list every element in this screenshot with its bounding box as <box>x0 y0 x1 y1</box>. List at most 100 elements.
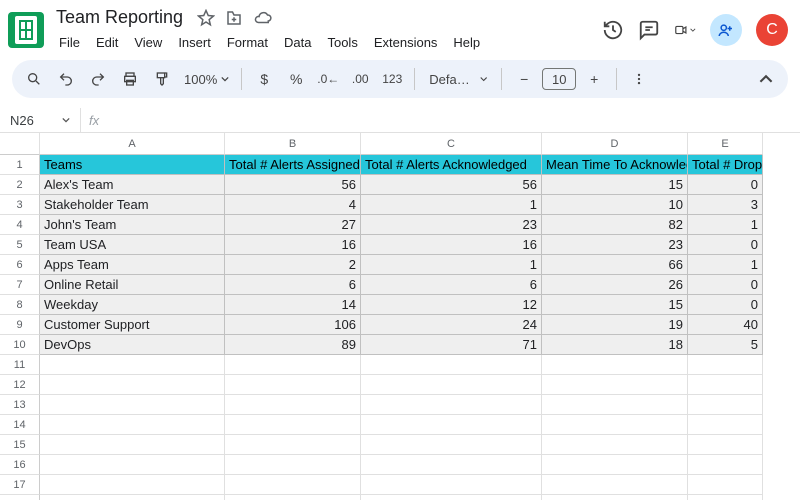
cell[interactable]: Customer Support <box>40 315 225 335</box>
spreadsheet-grid[interactable]: A B C D E 1TeamsTotal # Alerts AssignedT… <box>0 133 800 500</box>
cell[interactable]: 19 <box>542 315 688 335</box>
cell[interactable] <box>40 435 225 455</box>
cell[interactable]: 56 <box>361 175 542 195</box>
cell[interactable] <box>225 475 361 495</box>
more-formats-button[interactable]: 123 <box>378 65 406 93</box>
row-header[interactable]: 8 <box>0 295 40 315</box>
decrease-decimal-icon[interactable]: .0← <box>314 65 342 93</box>
cell[interactable] <box>40 455 225 475</box>
name-box[interactable]: N26 <box>0 113 80 128</box>
cell[interactable]: John's Team <box>40 215 225 235</box>
cell[interactable] <box>542 375 688 395</box>
cell[interactable] <box>542 455 688 475</box>
row-header[interactable]: 2 <box>0 175 40 195</box>
cell[interactable]: Team USA <box>40 235 225 255</box>
cell[interactable] <box>40 375 225 395</box>
document-title[interactable]: Team Reporting <box>52 6 187 29</box>
cell[interactable] <box>688 395 763 415</box>
redo-icon[interactable] <box>84 65 112 93</box>
col-header-D[interactable]: D <box>542 133 688 155</box>
star-icon[interactable] <box>197 9 215 27</box>
cell[interactable]: 1 <box>688 215 763 235</box>
cell[interactable] <box>361 495 542 500</box>
cell[interactable] <box>542 355 688 375</box>
menu-tools[interactable]: Tools <box>320 31 364 54</box>
format-percent-button[interactable]: % <box>282 65 310 93</box>
increase-decimal-icon[interactable]: .00 <box>346 65 374 93</box>
menu-file[interactable]: File <box>52 31 87 54</box>
cell[interactable] <box>688 495 763 500</box>
cell[interactable] <box>688 355 763 375</box>
cell[interactable]: 15 <box>542 175 688 195</box>
col-header-C[interactable]: C <box>361 133 542 155</box>
cell[interactable] <box>361 475 542 495</box>
row-header[interactable]: 11 <box>0 355 40 375</box>
menu-insert[interactable]: Insert <box>171 31 218 54</box>
cell[interactable]: 23 <box>361 215 542 235</box>
cell[interactable]: Teams <box>40 155 225 175</box>
format-currency-button[interactable]: $ <box>250 65 278 93</box>
cell[interactable] <box>542 495 688 500</box>
move-icon[interactable] <box>225 9 243 27</box>
col-header-E[interactable]: E <box>688 133 763 155</box>
cell[interactable]: Total # Alerts Acknowledged <box>361 155 542 175</box>
cell[interactable] <box>225 495 361 500</box>
cell[interactable]: 23 <box>542 235 688 255</box>
cell[interactable]: Alex's Team <box>40 175 225 195</box>
cell[interactable]: 0 <box>688 295 763 315</box>
cell[interactable]: 82 <box>542 215 688 235</box>
font-selector[interactable]: Defaul... <box>423 72 493 87</box>
cell[interactable]: 2 <box>225 255 361 275</box>
cell[interactable] <box>542 415 688 435</box>
col-header-B[interactable]: B <box>225 133 361 155</box>
history-icon[interactable] <box>602 19 624 41</box>
cell[interactable]: 4 <box>225 195 361 215</box>
cell[interactable]: Total # Drops <box>688 155 763 175</box>
meet-icon[interactable] <box>674 19 696 41</box>
cell[interactable]: 106 <box>225 315 361 335</box>
comments-icon[interactable] <box>638 19 660 41</box>
cell[interactable] <box>361 415 542 435</box>
cell[interactable] <box>542 395 688 415</box>
cell[interactable]: 27 <box>225 215 361 235</box>
zoom-selector[interactable]: 100% <box>180 72 233 87</box>
cell[interactable]: 5 <box>688 335 763 355</box>
row-header[interactable]: 5 <box>0 235 40 255</box>
share-button[interactable] <box>710 14 742 46</box>
paint-format-icon[interactable] <box>148 65 176 93</box>
cell[interactable]: 12 <box>361 295 542 315</box>
collapse-toolbar-icon[interactable] <box>752 65 780 93</box>
decrease-font-size-button[interactable]: − <box>510 65 538 93</box>
cell[interactable]: Total # Alerts Assigned <box>225 155 361 175</box>
row-header[interactable]: 18 <box>0 495 40 500</box>
cell[interactable]: 26 <box>542 275 688 295</box>
cell[interactable]: Mean Time To Acknowledge <box>542 155 688 175</box>
more-toolbar-icon[interactable] <box>625 65 653 93</box>
menu-data[interactable]: Data <box>277 31 318 54</box>
cell[interactable]: 0 <box>688 275 763 295</box>
cell[interactable]: 1 <box>361 195 542 215</box>
cell[interactable]: 3 <box>688 195 763 215</box>
menu-edit[interactable]: Edit <box>89 31 125 54</box>
cell[interactable]: 15 <box>542 295 688 315</box>
cell[interactable]: 1 <box>361 255 542 275</box>
row-header[interactable]: 12 <box>0 375 40 395</box>
sheets-logo[interactable] <box>8 12 44 48</box>
cell[interactable] <box>225 355 361 375</box>
menu-extensions[interactable]: Extensions <box>367 31 445 54</box>
account-avatar[interactable]: C <box>756 14 788 46</box>
menu-help[interactable]: Help <box>446 31 487 54</box>
cell[interactable] <box>688 435 763 455</box>
cell[interactable] <box>542 435 688 455</box>
cell[interactable] <box>40 355 225 375</box>
row-header[interactable]: 3 <box>0 195 40 215</box>
cell[interactable]: 6 <box>225 275 361 295</box>
row-header[interactable]: 6 <box>0 255 40 275</box>
print-icon[interactable] <box>116 65 144 93</box>
row-header[interactable]: 14 <box>0 415 40 435</box>
cell[interactable]: 66 <box>542 255 688 275</box>
row-header[interactable]: 10 <box>0 335 40 355</box>
row-header[interactable]: 16 <box>0 455 40 475</box>
cell[interactable] <box>361 355 542 375</box>
cell[interactable]: 0 <box>688 175 763 195</box>
